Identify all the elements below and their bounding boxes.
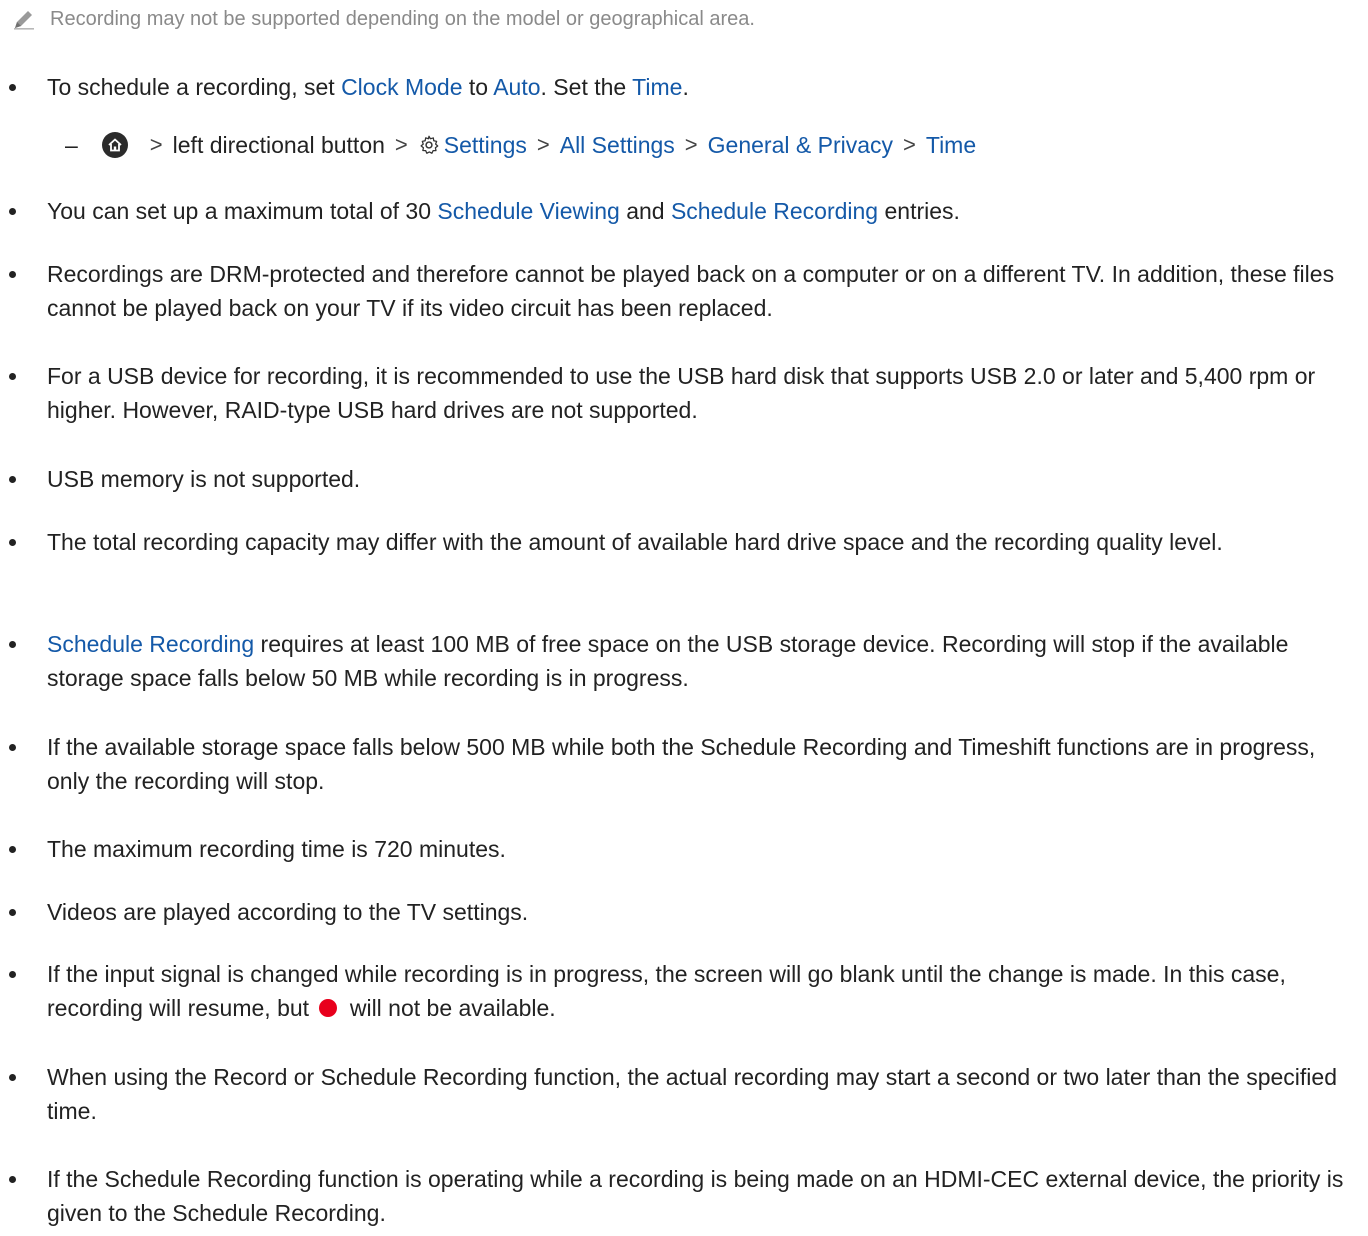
list-item: If the available storage space falls bel…	[9, 730, 1347, 798]
chevron-right-icon: >	[684, 132, 698, 157]
list-item: You can set up a maximum total of 30 Sch…	[9, 194, 1347, 228]
link-auto[interactable]: Auto	[493, 74, 540, 100]
list-item: To schedule a recording, set Clock Mode …	[9, 70, 1347, 104]
path-step-general-privacy[interactable]: General & Privacy	[708, 128, 893, 162]
link-time[interactable]: Time	[632, 74, 682, 100]
path-dash: –	[65, 132, 78, 158]
link-schedule-recording[interactable]: Schedule Recording	[47, 631, 254, 657]
menu-path: – > left directional button > Settings >…	[65, 128, 976, 162]
chevron-right-icon: >	[149, 132, 163, 157]
note: Recording may not be supported depending…	[12, 4, 755, 34]
path-step-left-button: left directional button	[172, 132, 385, 158]
list-item: Recordings are DRM-protected and therefo…	[9, 257, 1347, 325]
item-text: and	[619, 198, 671, 224]
chevron-right-icon: >	[903, 132, 916, 157]
list-item: The total recording capacity may differ …	[9, 525, 1347, 559]
list-item: USB memory is not supported.	[9, 462, 1347, 496]
list-item: The maximum recording time is 720 minute…	[9, 832, 1347, 866]
path-step-settings[interactable]: Settings	[444, 128, 527, 162]
item-text: entries.	[878, 198, 960, 224]
item-text: To schedule a recording, set	[47, 74, 342, 100]
list-item: If the Schedule Recording function is op…	[9, 1162, 1347, 1230]
list-item: If the input signal is changed while rec…	[9, 957, 1347, 1025]
item-text: to	[462, 74, 494, 100]
record-dot-icon	[319, 999, 338, 1017]
item-text: will not be available.	[343, 995, 556, 1021]
list-item: Videos are played according to the TV se…	[9, 895, 1347, 929]
link-schedule-recording[interactable]: Schedule Recording	[671, 198, 878, 224]
chevron-right-icon: >	[536, 132, 550, 157]
home-icon[interactable]	[101, 132, 128, 158]
pencil-note-icon	[14, 11, 34, 30]
list-item: When using the Record or Schedule Record…	[9, 1060, 1347, 1128]
item-text: .	[682, 74, 689, 100]
chevron-right-icon: >	[394, 132, 408, 157]
path-step-all-settings[interactable]: All Settings	[560, 128, 675, 162]
manual-page: Recording may not be supported depending…	[0, 0, 1368, 1236]
item-text: If the input signal is changed while rec…	[47, 961, 1286, 1021]
item-text: You can set up a maximum total of 30	[47, 198, 438, 224]
item-text: . Set the	[540, 74, 633, 100]
link-clock-mode[interactable]: Clock Mode	[341, 74, 462, 100]
link-schedule-viewing[interactable]: Schedule Viewing	[437, 198, 619, 224]
list-item: For a USB device for recording, it is re…	[9, 359, 1347, 427]
note-text: Recording may not be supported depending…	[50, 8, 755, 30]
list-item: Schedule Recording requires at least 100…	[9, 627, 1347, 695]
path-step-time[interactable]: Time	[926, 128, 976, 162]
gear-icon	[420, 135, 439, 154]
